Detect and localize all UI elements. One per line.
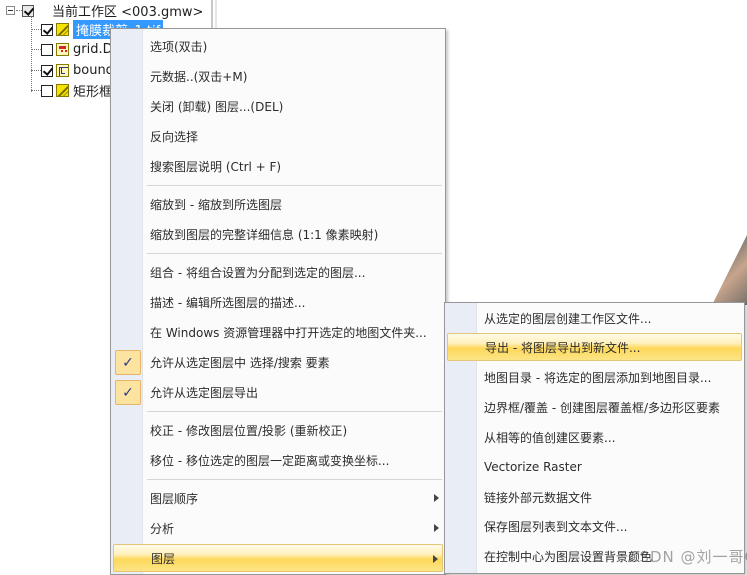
grid-layer-icon (56, 43, 69, 56)
raster-layer-icon (56, 84, 69, 97)
menu-item-label: 图层顺序 (150, 491, 199, 506)
menu-item-search-description[interactable]: 搜索图层说明 (Ctrl + F) (113, 152, 443, 180)
submenu-arrow-icon (434, 524, 439, 532)
checkmark-icon: ✓ (115, 380, 141, 405)
submenu-item-vectorize-raster[interactable]: Vectorize Raster (447, 453, 742, 481)
menu-item-open-in-explorer[interactable]: 在 Windows 资源管理器中打开选定的地图文件夹... (113, 318, 443, 346)
workspace-label: 当前工作区 <003.gmw> (52, 5, 204, 20)
menu-item-shift[interactable]: 移位 - 移位选定的图层一定距离或变换坐标... (113, 446, 443, 474)
layer-label[interactable]: 矩形框 (73, 81, 112, 100)
tree-layer-row[interactable]: 矩形框 (31, 81, 112, 100)
tree-connector (31, 90, 41, 91)
checkmark-icon: ✓ (115, 350, 141, 375)
menu-item-label: 边界框/覆盖 - 创建图层覆盖框/多边形区要素 (484, 400, 721, 415)
raster-layer-icon (56, 23, 69, 36)
layer-visibility-checkbox[interactable] (41, 23, 53, 36)
tree-layer-row[interactable]: grid.D (31, 41, 113, 58)
workspace-checkbox[interactable] (22, 4, 34, 17)
menu-item-describe[interactable]: 描述 - 编辑所选图层的描述... (113, 288, 443, 316)
layer-submenu: 从选定的图层创建工作区文件... 导出 - 将图层导出到新文件... 地图目录 … (444, 302, 745, 574)
menu-item-label: 在控制中心为图层设置背景颜色 (484, 549, 653, 564)
menu-item-label: 允许从选定图层中 选择/搜索 要素 (150, 355, 330, 370)
menu-item-allow-select-search[interactable]: ✓ 允许从选定图层中 选择/搜索 要素 (113, 348, 443, 376)
menu-item-label: 链接外部元数据文件 (484, 490, 593, 505)
tree-connector (31, 70, 41, 71)
menu-separator (147, 411, 442, 412)
tree-connector (31, 49, 41, 50)
vector-layer-icon (56, 64, 69, 77)
menu-item-label: 搜索图层说明 (Ctrl + F) (150, 159, 282, 174)
submenu-item-create-workspace[interactable]: 从选定的图层创建工作区文件... (447, 304, 742, 332)
menu-item-label: 选项(双击) (150, 39, 208, 54)
menu-item-label: 从相等的值创建区要素... (484, 430, 616, 445)
menu-item-label: 反向选择 (150, 129, 199, 144)
menu-item-label: 描述 - 编辑所选图层的描述... (150, 295, 306, 310)
submenu-arrow-icon (433, 555, 438, 563)
menu-item-zoom-full-detail[interactable]: 缩放到图层的完整详细信息 (1:1 像素映射) (113, 220, 443, 248)
submenu-item-bounding-box[interactable]: 边界框/覆盖 - 创建图层覆盖框/多边形区要素 (447, 393, 742, 421)
menu-item-rectify[interactable]: 校正 - 修改图层位置/投影 (重新校正) (113, 416, 443, 444)
menu-separator (147, 479, 442, 480)
menu-item-label: 图层 (151, 551, 176, 566)
submenu-item-save-layer-list[interactable]: 保存图层列表到文本文件... (447, 512, 742, 540)
menu-item-label: 移位 - 移位选定的图层一定距离或变换坐标... (150, 453, 390, 468)
watermark: CSDN @刘一哥GIS (628, 548, 747, 566)
menu-item-metadata[interactable]: 元数据..(双击+M) (113, 62, 443, 90)
submenu-item-link-metadata[interactable]: 链接外部元数据文件 (447, 483, 742, 511)
menu-item-allow-export[interactable]: ✓ 允许从选定图层导出 (113, 378, 443, 406)
menu-item-label: 校正 - 修改图层位置/投影 (重新校正) (150, 423, 348, 438)
submenu-item-export[interactable]: 导出 - 将图层导出到新文件... (447, 333, 742, 361)
menu-item-label: 从选定的图层创建工作区文件... (484, 311, 652, 326)
menu-item-label: 分析 (150, 521, 175, 536)
menu-item-label: 在 Windows 资源管理器中打开选定的地图文件夹... (150, 325, 427, 340)
tree-root-row[interactable]: 当前工作区 <003.gmw> (6, 2, 204, 20)
menu-item-layer-order[interactable]: 图层顺序 (113, 484, 443, 512)
menu-item-label: 缩放到 - 缩放到所选图层 (150, 197, 282, 212)
menu-item-label: 缩放到图层的完整详细信息 (1:1 像素映射) (150, 227, 379, 242)
menu-item-layer[interactable]: 图层 (113, 544, 443, 572)
map-canvas-fragment (712, 225, 747, 305)
layer-visibility-checkbox[interactable] (41, 84, 53, 97)
layer-visibility-checkbox[interactable] (41, 64, 53, 77)
menu-item-options[interactable]: 选项(双击) (113, 32, 443, 60)
menu-separator (147, 253, 442, 254)
layer-visibility-checkbox[interactable] (41, 43, 53, 56)
menu-item-label: 允许从选定图层导出 (150, 385, 259, 400)
submenu-item-map-catalog[interactable]: 地图目录 - 将选定的图层添加到地图目录... (447, 363, 742, 391)
tree-layer-row[interactable]: bound (31, 62, 114, 79)
tree-connector (31, 29, 41, 30)
menu-item-label: 关闭 (卸载) 图层...(DEL) (150, 99, 284, 114)
menu-item-label: 导出 - 将图层导出到新文件... (485, 340, 641, 355)
collapse-icon[interactable] (6, 6, 15, 15)
menu-item-invert-selection[interactable]: 反向选择 (113, 122, 443, 150)
menu-item-label: 组合 - 将组合设置为分配到选定的图层... (150, 265, 366, 280)
layer-label[interactable]: bound (73, 63, 114, 78)
submenu-item-create-area-features[interactable]: 从相等的值创建区要素... (447, 423, 742, 451)
layer-label[interactable]: grid.D (73, 42, 113, 57)
menu-item-label: 保存图层列表到文本文件... (484, 519, 628, 534)
menu-item-label: 地图目录 - 将选定的图层添加到地图目录... (484, 370, 712, 385)
menu-item-analysis[interactable]: 分析 (113, 514, 443, 542)
menu-item-close-layer[interactable]: 关闭 (卸载) 图层...(DEL) (113, 92, 443, 120)
menu-separator (147, 185, 442, 186)
submenu-arrow-icon (434, 494, 439, 502)
menu-item-label: 元数据..(双击+M) (150, 69, 248, 84)
layer-context-menu: 选项(双击) 元数据..(双击+M) 关闭 (卸载) 图层...(DEL) 反向… (110, 28, 446, 575)
menu-item-zoom-to-layer[interactable]: 缩放到 - 缩放到所选图层 (113, 190, 443, 218)
menu-item-label: Vectorize Raster (484, 460, 582, 474)
menu-item-group[interactable]: 组合 - 将组合设置为分配到选定的图层... (113, 258, 443, 286)
